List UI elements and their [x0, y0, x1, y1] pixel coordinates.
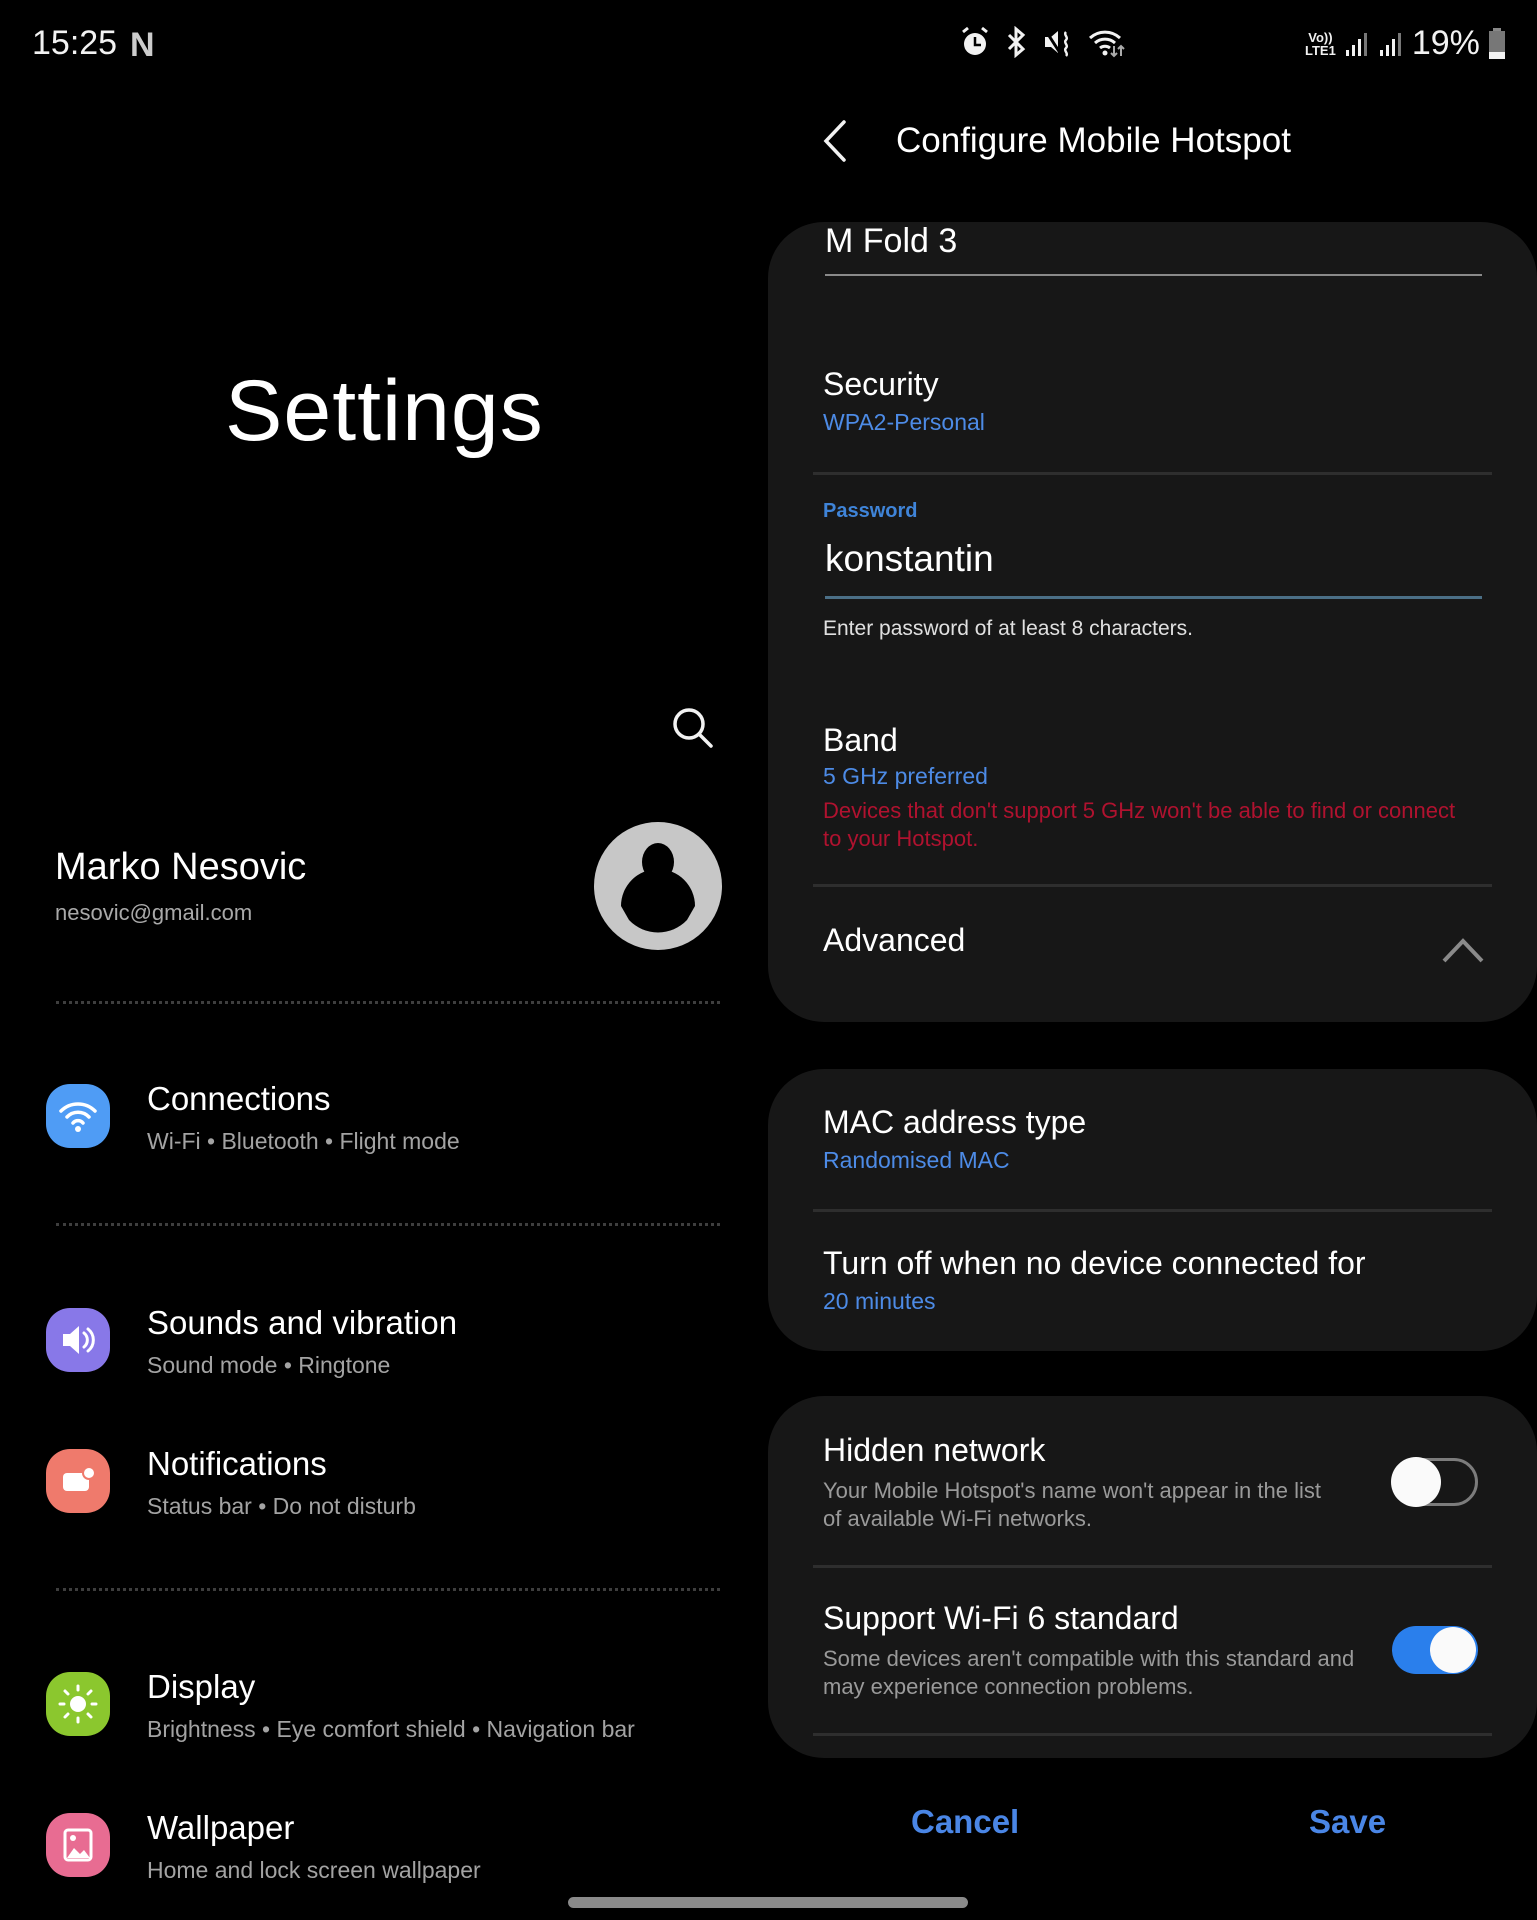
menu-item-notifications[interactable]: Notifications Status bar • Do not distur…: [44, 1445, 724, 1535]
password-underline: [825, 596, 1482, 599]
volte-label: Vo)): [1308, 29, 1333, 45]
menu-subtitle: Sound mode • Ringtone: [147, 1352, 391, 1378]
wifi6-row[interactable]: Support Wi-Fi 6 standard Some devices ar…: [823, 1600, 1363, 1701]
mute-vibrate-icon: [1042, 27, 1069, 57]
divider: [813, 472, 1492, 475]
hidden-network-label: Hidden network: [823, 1432, 1046, 1468]
toggle-knob: [1430, 1627, 1476, 1673]
alarm-icon: [962, 26, 988, 55]
menu-subtitle: Wi-Fi • Bluetooth • Flight mode: [147, 1128, 460, 1154]
band-row[interactable]: Band 5 GHz preferred: [823, 722, 988, 790]
password-hint: Enter password of at least 8 characters.: [823, 617, 1194, 640]
band-value: 5 GHz preferred: [823, 763, 988, 789]
save-button[interactable]: Save: [1303, 1802, 1392, 1842]
sun-icon: [46, 1672, 110, 1736]
timeout-label: Turn off when no device connected for: [823, 1245, 1366, 1281]
mac-value: Randomised MAC: [823, 1147, 1010, 1173]
status-icons: [960, 26, 1126, 58]
hidden-network-row[interactable]: Hidden network Your Mobile Hotspot's nam…: [823, 1432, 1343, 1533]
status-time: 15:25: [32, 24, 118, 62]
wifi-data-icon: [1088, 30, 1125, 58]
password-input[interactable]: [825, 538, 1482, 580]
search-button[interactable]: [670, 705, 720, 755]
menu-title: Notifications: [147, 1445, 327, 1482]
menu-subtitle: Home and lock screen wallpaper: [147, 1857, 481, 1883]
hidden-network-description: Your Mobile Hotspot's name won't appear …: [823, 1478, 1321, 1531]
mac-label: MAC address type: [823, 1104, 1087, 1140]
search-icon: [673, 708, 713, 748]
lte-label: LTE1: [1305, 42, 1336, 58]
profile-email: nesovic@gmail.com: [55, 900, 253, 925]
menu-item-display[interactable]: Display Brightness • Eye comfort shield …: [44, 1668, 724, 1758]
menu-title: Wallpaper: [147, 1809, 295, 1846]
security-label: Security: [823, 366, 939, 402]
battery-percent: 19%: [1411, 24, 1480, 62]
wifi6-label: Support Wi-Fi 6 standard: [823, 1600, 1179, 1636]
toggle-knob: [1391, 1457, 1441, 1507]
page-title: Settings: [225, 363, 544, 459]
password-label: Password: [823, 500, 918, 522]
home-indicator[interactable]: [568, 1897, 968, 1908]
menu-title: Display: [147, 1668, 256, 1705]
menu-item-wallpaper[interactable]: Wallpaper Home and lock screen wallpaper: [44, 1809, 724, 1899]
screen-title: Configure Mobile Hotspot: [896, 121, 1291, 160]
menu-title: Connections: [147, 1080, 331, 1117]
speaker-icon: [46, 1308, 110, 1372]
menu-title: Sounds and vibration: [147, 1304, 458, 1341]
chevron-left-icon: [823, 120, 846, 162]
volte-lte-label: Vo)) LTE1: [1305, 31, 1336, 57]
menu-subtitle: Status bar • Do not disturb: [147, 1493, 416, 1519]
divider: [56, 1223, 720, 1226]
menu-subtitle: Brightness • Eye comfort shield • Naviga…: [147, 1716, 635, 1742]
back-button[interactable]: [820, 118, 860, 168]
divider: [56, 1001, 720, 1004]
band-warning: Devices that don't support 5 GHz won't b…: [823, 798, 1456, 851]
advanced-toggle[interactable]: [1440, 935, 1486, 965]
timeout-row[interactable]: Turn off when no device connected for 20…: [823, 1245, 1366, 1315]
divider: [813, 1565, 1492, 1568]
band-label: Band: [823, 722, 898, 758]
person-icon: [621, 843, 695, 933]
signal-sim2-icon: [1379, 32, 1401, 56]
profile-name[interactable]: Marko Nesovic: [55, 846, 306, 889]
divider: [813, 1733, 1492, 1736]
network-name-underline: [825, 274, 1482, 276]
security-row[interactable]: Security WPA2-Personal: [823, 366, 985, 436]
avatar[interactable]: [594, 822, 722, 950]
wifi-icon: [46, 1084, 110, 1148]
signal-sim1-icon: [1345, 32, 1367, 56]
battery-icon: [1488, 27, 1505, 59]
menu-item-connections[interactable]: Connections Wi-Fi • Bluetooth • Flight m…: [44, 1080, 724, 1170]
bluetooth-icon: [1007, 26, 1026, 58]
divider: [813, 884, 1492, 887]
status-right: Vo)) LTE1 19%: [1305, 24, 1506, 63]
divider: [813, 1209, 1492, 1212]
cancel-button[interactable]: Cancel: [905, 1802, 1025, 1842]
divider: [56, 1588, 720, 1591]
network-name-field[interactable]: M Fold 3: [825, 222, 957, 261]
hidden-network-toggle[interactable]: [1391, 1457, 1478, 1507]
wifi6-toggle[interactable]: [1392, 1626, 1478, 1674]
advanced-label[interactable]: Advanced: [823, 922, 965, 959]
menu-item-sounds[interactable]: Sounds and vibration Sound mode • Ringto…: [44, 1304, 724, 1394]
wifi6-description: Some devices aren't compatible with this…: [823, 1646, 1355, 1699]
chevron-up-icon: [1442, 938, 1484, 963]
timeout-value: 20 minutes: [823, 1288, 936, 1314]
mac-address-row[interactable]: MAC address type Randomised MAC: [823, 1104, 1086, 1174]
image-icon: [46, 1813, 110, 1877]
security-value: WPA2-Personal: [823, 409, 985, 435]
netflix-n-icon: N: [130, 26, 155, 64]
notification-icon: [46, 1449, 110, 1513]
